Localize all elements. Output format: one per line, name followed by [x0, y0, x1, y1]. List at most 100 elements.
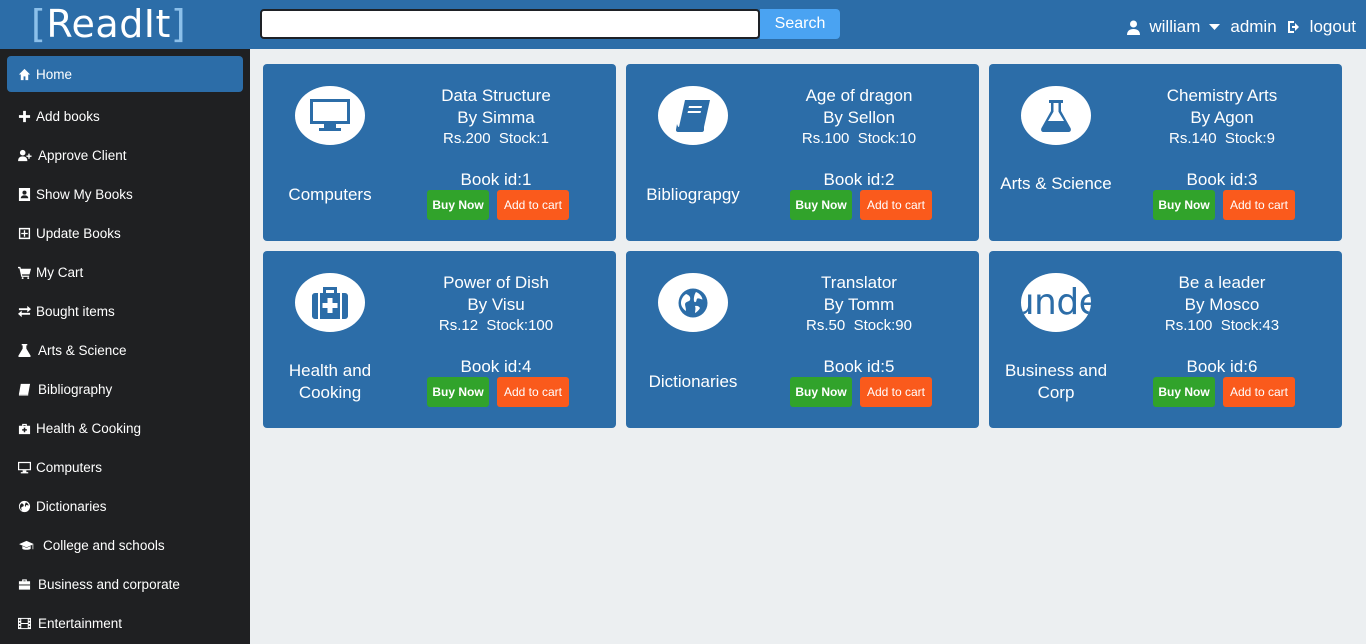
category-label: Health and Cooking: [288, 361, 372, 402]
buy-now-button[interactable]: Buy Now: [427, 190, 489, 220]
book-stock: Stock:10: [857, 130, 917, 147]
buy-now-button[interactable]: Buy Now: [427, 377, 489, 407]
sidebar-item-bought-items[interactable]: Bought items: [7, 293, 243, 329]
book-title: Translator: [821, 273, 897, 292]
book-price: Rs.50: [806, 317, 846, 334]
book-info: Chemistry Arts By Agon Rs.140 Stock:9: [1137, 85, 1307, 149]
sidebar-item-college-schools[interactable]: College and schools: [7, 527, 243, 563]
book-title: Data Structure: [441, 86, 551, 105]
category-icon-circle: [1021, 86, 1091, 145]
flask-icon: [1041, 99, 1071, 132]
book-author: By Agon: [1190, 108, 1254, 127]
book-title: Age of dragon: [805, 86, 913, 105]
book-card: Bibliograpgy Age of dragon By Sellon Rs.…: [626, 64, 979, 241]
caret-down-icon[interactable]: [1209, 23, 1221, 31]
add-to-cart-button[interactable]: Add to cart: [497, 377, 569, 407]
add-to-cart-button[interactable]: Add to cart: [497, 190, 569, 220]
category-icon-circle: [658, 86, 728, 145]
admin-label[interactable]: admin: [1230, 17, 1276, 37]
admin-link[interactable]: admin: [1230, 17, 1276, 37]
book-id: Book id:6: [1186, 357, 1258, 376]
buy-now-button[interactable]: Buy Now: [1153, 190, 1215, 220]
book-user-icon: [18, 187, 31, 201]
category-icon-circle: [658, 273, 728, 332]
book-info: Be a leader By Mosco Rs.100 Stock:43: [1137, 272, 1307, 336]
logout-link[interactable]: logout: [1287, 17, 1356, 37]
sidebar-item-entertainment[interactable]: Entertainment: [7, 605, 243, 641]
sidebar-item-dictionaries[interactable]: Dictionaries: [7, 488, 243, 524]
category-icon-circle: [295, 86, 365, 145]
sidebar-item-business-corporate[interactable]: Business and corporate: [7, 566, 243, 602]
sidebar-item-computers[interactable]: Computers: [7, 449, 243, 485]
book-title: Chemistry Arts: [1166, 86, 1278, 105]
sidebar-item-label: Bought items: [36, 303, 115, 319]
add-to-cart-button[interactable]: Add to cart: [860, 190, 932, 220]
user-name[interactable]: william: [1149, 17, 1200, 37]
book-id: Book id:3: [1186, 170, 1258, 189]
book-card: Dictionaries Translator By Tomm Rs.50 St…: [626, 251, 979, 428]
book-stock: Stock:100: [486, 317, 554, 334]
buy-now-button[interactable]: Buy Now: [1153, 377, 1215, 407]
add-to-cart-button[interactable]: Add to cart: [860, 377, 932, 407]
book-price: Rs.100: [1164, 317, 1213, 334]
sidebar-item-arts-science[interactable]: Arts & Science: [7, 332, 243, 368]
user-plus-icon: [18, 149, 32, 161]
sidebar-item-health-cooking[interactable]: Health & Cooking: [7, 410, 243, 446]
sidebar-item-label: Add books: [36, 108, 100, 124]
add-to-cart-button[interactable]: Add to cart: [1223, 377, 1295, 407]
book-info: Age of dragon By Sellon Rs.100 Stock:10: [774, 85, 944, 149]
sign-out-icon: [1287, 21, 1299, 33]
book-card: unde Business and Corp Be a leader By Mo…: [989, 251, 1342, 428]
sidebar-item-label: My Cart: [36, 264, 84, 280]
book-price-stock: Rs.200 Stock:1: [411, 129, 581, 149]
sidebar-item-update-books[interactable]: Update Books: [7, 215, 243, 251]
sidebar-item-show-my-books[interactable]: Show My Books: [7, 176, 243, 212]
book-id: Book id:4: [460, 357, 532, 376]
buy-now-button[interactable]: Buy Now: [790, 190, 852, 220]
desktop-icon: [18, 461, 31, 473]
broken-glyph-icon: unde: [1021, 282, 1091, 323]
user-nav: william admin logout: [1117, 17, 1356, 37]
user-icon: [1127, 20, 1141, 35]
medkit-icon: [312, 286, 348, 319]
graduation-cap-icon: [19, 540, 34, 550]
book-price-stock: Rs.100 Stock:43: [1137, 316, 1307, 336]
book-price: Rs.100: [801, 130, 850, 147]
book-card: Computers Data Structure By Simma Rs.200…: [263, 64, 616, 241]
sidebar-item-label: Computers: [36, 459, 103, 475]
sidebar-item-approve-client[interactable]: Approve Client: [7, 137, 243, 173]
book-title: Be a leader: [1178, 273, 1266, 292]
desktop-icon: [310, 98, 350, 131]
sidebar-item-label: Home: [36, 66, 73, 82]
book-author: By Simma: [457, 108, 535, 127]
film-icon: [18, 617, 31, 629]
sidebar-item-label: Update Books: [36, 225, 121, 241]
book-price: Rs.200: [443, 130, 491, 147]
book-price-stock: Rs.140 Stock:9: [1137, 129, 1307, 149]
top-navbar: [ReadIt] Search william admin logout: [0, 0, 1366, 49]
home-icon: [18, 68, 31, 80]
user-menu[interactable]: william: [1127, 17, 1221, 37]
sidebar-item-label: Business and corporate: [38, 576, 180, 592]
book-author: By Visu: [467, 295, 525, 314]
logout-label[interactable]: logout: [1310, 17, 1356, 37]
book-author: By Sellon: [823, 108, 895, 127]
buy-now-button[interactable]: Buy Now: [790, 377, 852, 407]
book-price: Rs.140: [1169, 130, 1217, 147]
add-to-cart-button[interactable]: Add to cart: [1223, 190, 1295, 220]
sidebar-item-bibliography[interactable]: Bibliography: [7, 371, 243, 407]
brand-logo[interactable]: [ReadIt]: [31, 4, 186, 44]
sidebar-item-add-books[interactable]: Add books: [7, 98, 243, 134]
sidebar-item-my-cart[interactable]: My Cart: [7, 254, 243, 290]
book-price-stock: Rs.100 Stock:10: [774, 129, 944, 149]
search-input[interactable]: [260, 9, 760, 39]
book-info: Translator By Tomm Rs.50 Stock:90: [774, 272, 944, 336]
search-button[interactable]: Search: [760, 9, 840, 39]
sidebar: Home Add books Approve Client Show My Bo…: [0, 49, 250, 644]
briefcase-icon: [18, 578, 31, 590]
sidebar-item-home[interactable]: Home: [7, 56, 243, 92]
book-title: Power of Dish: [443, 273, 549, 292]
category-icon-circle: unde: [1021, 273, 1091, 332]
book-stock: Stock:9: [1224, 130, 1275, 147]
globe-icon: [18, 500, 31, 512]
